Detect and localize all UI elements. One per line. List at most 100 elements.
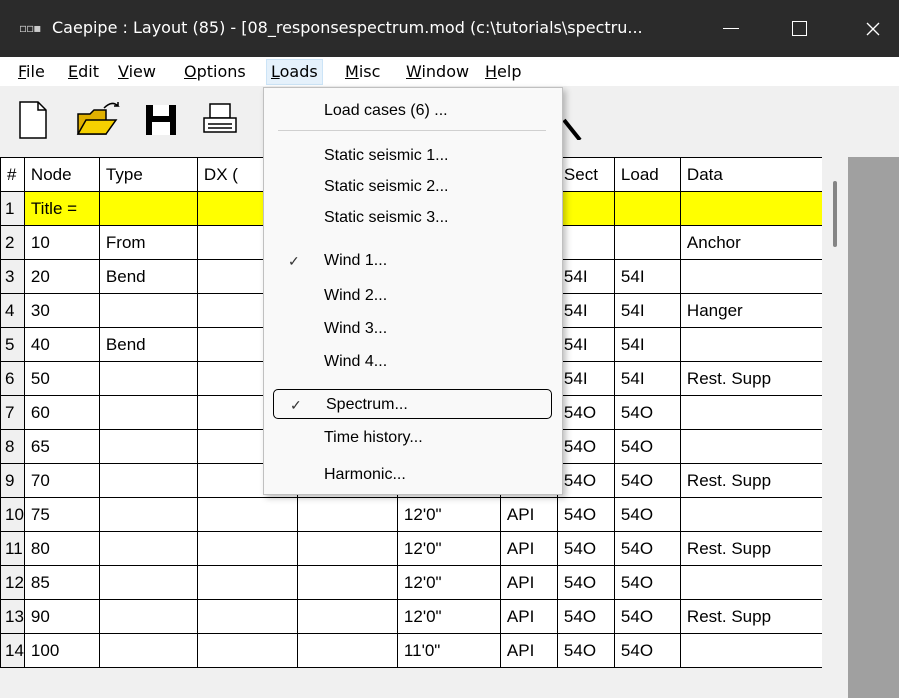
new-file-button[interactable] bbox=[18, 100, 48, 144]
menu-options[interactable]: Options bbox=[180, 60, 250, 84]
table-row[interactable]: 12 85 12'0" API 54O 54O bbox=[0, 565, 825, 600]
dx-cell[interactable] bbox=[196, 633, 298, 668]
sect-cell[interactable]: 54O bbox=[556, 633, 615, 668]
type-cell[interactable] bbox=[98, 633, 198, 668]
load-cell[interactable]: 54O bbox=[613, 599, 681, 634]
col6-cell[interactable]: 12'0" bbox=[396, 599, 501, 634]
row-number[interactable]: 9 bbox=[0, 463, 25, 498]
node-cell[interactable]: 40 bbox=[23, 327, 100, 362]
data-cell[interactable] bbox=[679, 429, 825, 464]
load-cell[interactable] bbox=[613, 225, 681, 260]
sect-cell[interactable]: 54O bbox=[556, 497, 615, 532]
menu-file[interactable]: File bbox=[14, 60, 49, 84]
type-cell[interactable]: From bbox=[98, 225, 198, 260]
menu-misc[interactable]: Misc bbox=[341, 60, 384, 84]
type-cell[interactable] bbox=[98, 361, 198, 396]
loads-menu-item-9[interactable]: Time history... bbox=[272, 423, 552, 453]
data-cell[interactable] bbox=[679, 327, 825, 362]
load-cell[interactable]: 54I bbox=[613, 259, 681, 294]
data-cell[interactable] bbox=[679, 191, 825, 226]
sect-cell[interactable] bbox=[556, 191, 615, 226]
col7-cell[interactable]: API bbox=[499, 497, 558, 532]
loads-menu-item-8[interactable]: ✓ Spectrum... bbox=[273, 389, 552, 419]
node-cell[interactable]: 80 bbox=[23, 531, 100, 566]
dx-cell[interactable] bbox=[196, 599, 298, 634]
loads-menu-item-5[interactable]: Wind 2... bbox=[272, 281, 552, 311]
sect-cell[interactable]: 54I bbox=[556, 259, 615, 294]
node-cell[interactable]: 100 bbox=[23, 633, 100, 668]
type-cell[interactable] bbox=[98, 599, 198, 634]
loads-menu-item-2[interactable]: Static seismic 2... bbox=[272, 172, 552, 202]
row-number[interactable]: 14 bbox=[0, 633, 25, 668]
node-cell[interactable]: 50 bbox=[23, 361, 100, 396]
sect-cell[interactable]: 54I bbox=[556, 361, 615, 396]
col7-cell[interactable]: API bbox=[499, 565, 558, 600]
dx-cell[interactable] bbox=[196, 565, 298, 600]
loads-menu-item-10[interactable]: Harmonic... bbox=[272, 460, 552, 490]
data-cell[interactable] bbox=[679, 565, 825, 600]
load-cell[interactable]: 54O bbox=[613, 429, 681, 464]
load-cell[interactable]: 54I bbox=[613, 361, 681, 396]
sect-cell[interactable]: 54O bbox=[556, 565, 615, 600]
data-cell[interactable] bbox=[679, 633, 825, 668]
type-cell[interactable] bbox=[98, 293, 198, 328]
row-number[interactable]: 2 bbox=[0, 225, 25, 260]
load-cell[interactable]: 54I bbox=[613, 293, 681, 328]
data-cell[interactable]: Rest. Supp bbox=[679, 463, 825, 498]
sect-cell[interactable]: 54I bbox=[556, 293, 615, 328]
loads-menu-item-3[interactable]: Static seismic 3... bbox=[272, 203, 552, 233]
row-number[interactable]: 12 bbox=[0, 565, 25, 600]
save-button[interactable] bbox=[143, 100, 179, 144]
loads-menu-item-7[interactable]: Wind 4... bbox=[272, 347, 552, 377]
type-cell[interactable] bbox=[98, 191, 198, 226]
col-header-type[interactable]: Type bbox=[98, 157, 198, 192]
sect-cell[interactable]: 54O bbox=[556, 531, 615, 566]
table-row[interactable]: 13 90 12'0" API 54O 54O Rest. Supp bbox=[0, 599, 825, 634]
load-cell[interactable]: 54O bbox=[613, 565, 681, 600]
row-number[interactable]: 1 bbox=[0, 191, 25, 226]
node-cell[interactable]: 30 bbox=[23, 293, 100, 328]
menu-view[interactable]: View bbox=[114, 60, 160, 84]
maximize-button[interactable] bbox=[771, 0, 827, 57]
load-cell[interactable]: 54O bbox=[613, 531, 681, 566]
load-cell[interactable]: 54O bbox=[613, 497, 681, 532]
sect-cell[interactable] bbox=[556, 225, 615, 260]
close-button[interactable] bbox=[845, 0, 899, 57]
col-header-number[interactable]: # bbox=[0, 157, 25, 192]
load-cell[interactable] bbox=[613, 191, 681, 226]
load-cell[interactable]: 54O bbox=[613, 633, 681, 668]
sect-cell[interactable]: 54I bbox=[556, 327, 615, 362]
loads-menu-item-4[interactable]: ✓ Wind 1... bbox=[272, 246, 552, 276]
col6-cell[interactable]: 12'0" bbox=[396, 497, 501, 532]
col5-cell[interactable] bbox=[296, 599, 398, 634]
loads-menu-item-0[interactable]: Load cases (6) ... bbox=[272, 96, 552, 126]
row-number[interactable]: 13 bbox=[0, 599, 25, 634]
row-number[interactable]: 3 bbox=[0, 259, 25, 294]
type-cell[interactable]: Bend bbox=[98, 327, 198, 362]
node-cell[interactable]: 20 bbox=[23, 259, 100, 294]
node-cell[interactable]: 10 bbox=[23, 225, 100, 260]
col7-cell[interactable]: API bbox=[499, 531, 558, 566]
row-number[interactable]: 4 bbox=[0, 293, 25, 328]
col5-cell[interactable] bbox=[296, 531, 398, 566]
dx-cell[interactable] bbox=[196, 497, 298, 532]
data-cell[interactable]: Rest. Supp bbox=[679, 599, 825, 634]
row-number[interactable]: 8 bbox=[0, 429, 25, 464]
row-number[interactable]: 5 bbox=[0, 327, 25, 362]
node-cell[interactable]: 70 bbox=[23, 463, 100, 498]
data-cell[interactable]: Rest. Supp bbox=[679, 361, 825, 396]
minimize-button[interactable] bbox=[703, 0, 759, 57]
table-row[interactable]: 14 100 11'0" API 54O 54O bbox=[0, 633, 825, 668]
sect-cell[interactable]: 54O bbox=[556, 463, 615, 498]
vertical-scrollbar[interactable] bbox=[822, 157, 848, 698]
table-row[interactable]: 10 75 12'0" API 54O 54O bbox=[0, 497, 825, 532]
row-number[interactable]: 7 bbox=[0, 395, 25, 430]
data-cell[interactable]: Anchor bbox=[679, 225, 825, 260]
node-cell[interactable]: 85 bbox=[23, 565, 100, 600]
col6-cell[interactable]: 11'0" bbox=[396, 633, 501, 668]
col5-cell[interactable] bbox=[296, 497, 398, 532]
node-cell[interactable]: 90 bbox=[23, 599, 100, 634]
open-button[interactable] bbox=[76, 100, 122, 144]
loads-menu-item-6[interactable]: Wind 3... bbox=[272, 314, 552, 344]
menu-help[interactable]: Help bbox=[481, 60, 525, 84]
